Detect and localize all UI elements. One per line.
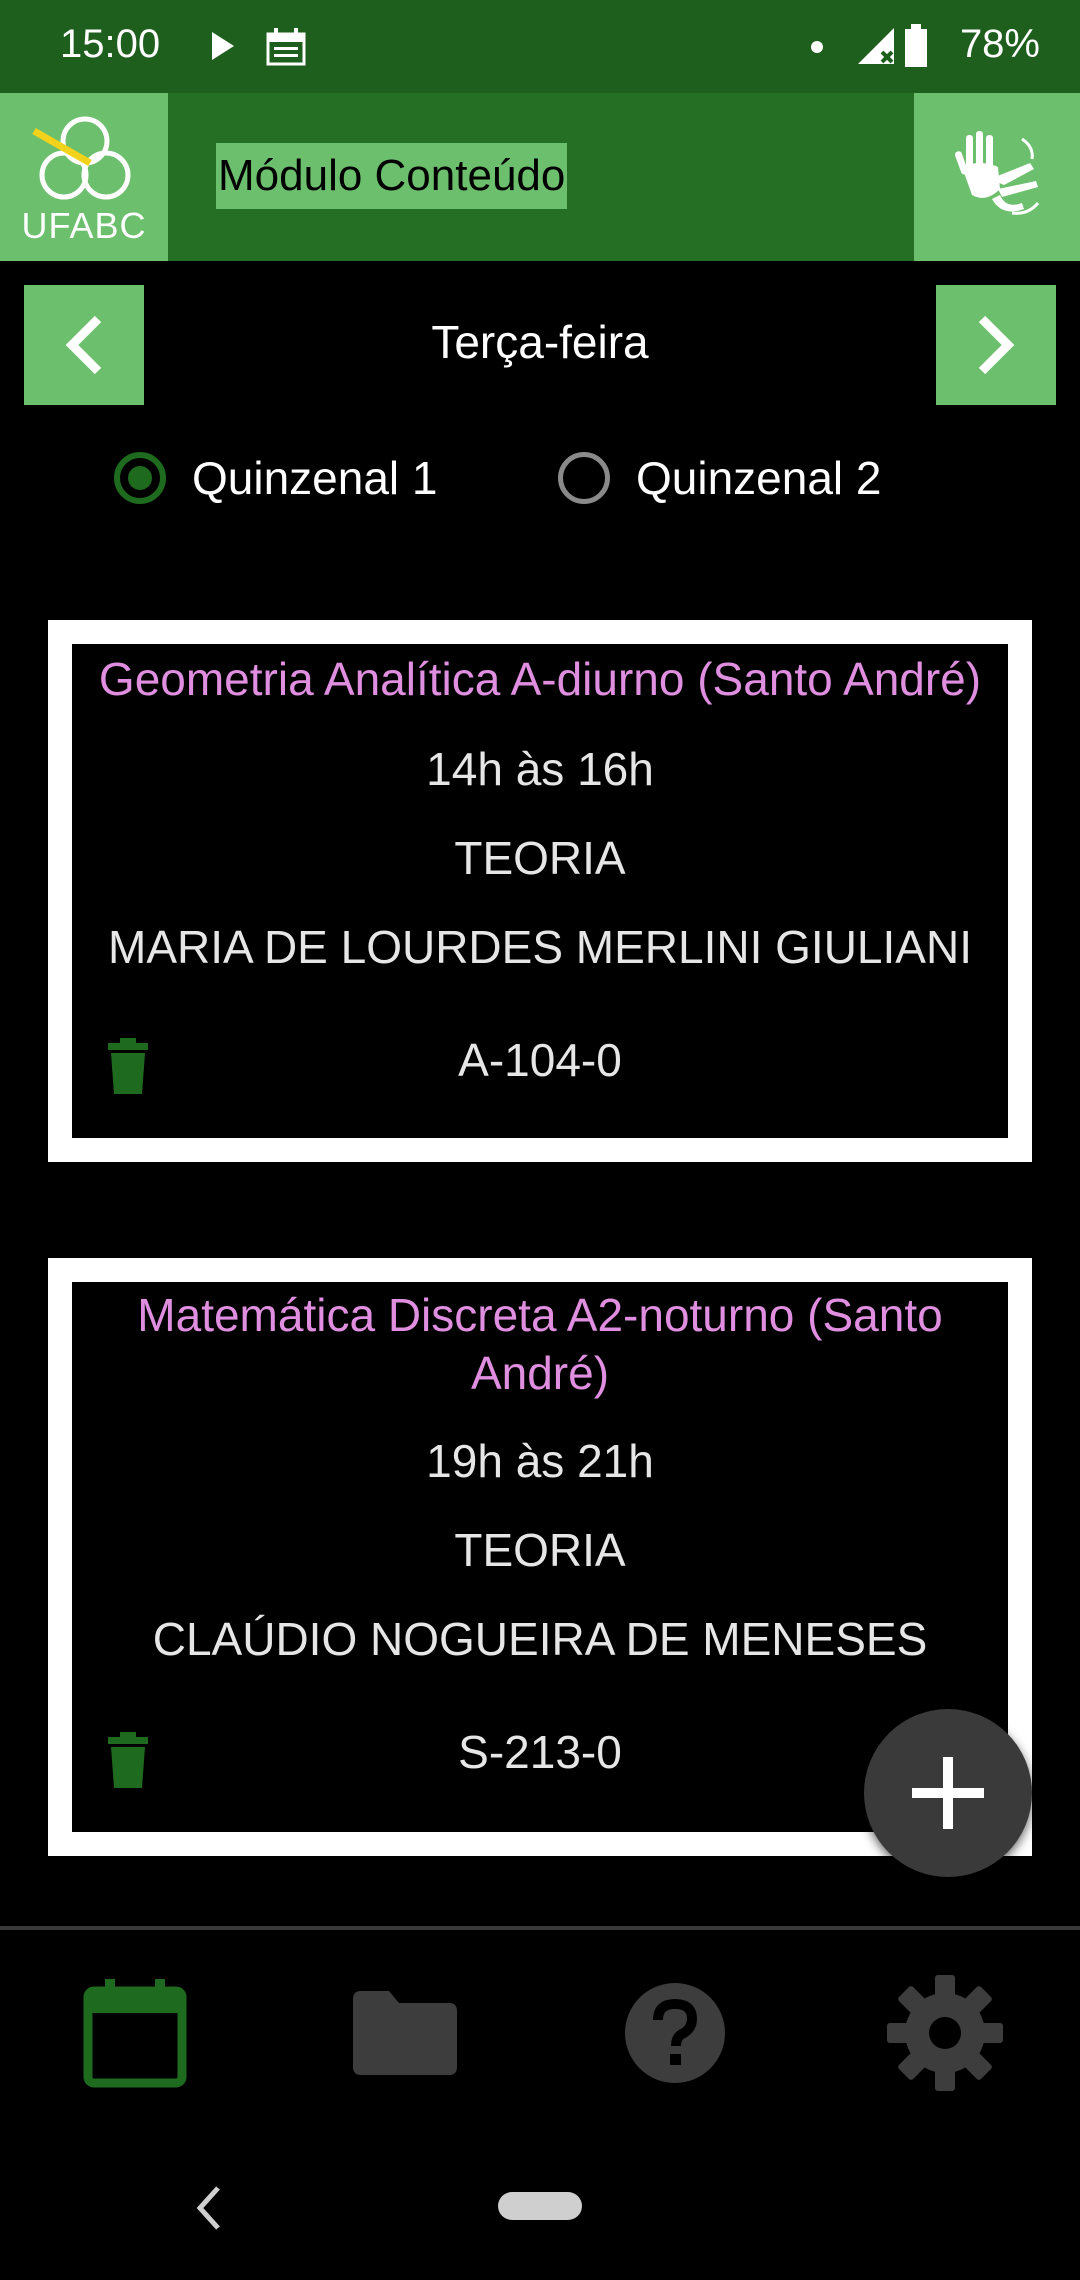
radio-label: Quinzenal 2 [636,452,882,504]
nav-folder[interactable] [340,1968,470,2098]
class-type: TEORIA [454,1524,626,1576]
class-type: TEORIA [454,832,626,884]
system-back-icon[interactable] [184,2180,234,2236]
signal-icon [858,28,894,64]
add-class-button[interactable] [864,1709,1032,1877]
class-teacher: MARIA DE LOURDES MERLINI GIULIANI [108,921,972,973]
page-title: Módulo Conteúdo [216,143,568,209]
battery-percentage: 78% [959,22,1040,66]
folder-icon [353,1991,457,2075]
next-day-button[interactable] [936,285,1056,405]
help-icon [625,1983,725,2083]
logo-text: UFABC [21,205,147,246]
class-time: 19h às 21h [426,1435,654,1487]
status-bar: 15:00 78% [0,0,1080,93]
radio-quinzenal-2[interactable]: Quinzenal 2 [558,446,882,510]
dot-icon [811,41,823,53]
plus-icon [912,1757,984,1829]
radio-quinzenal-1[interactable]: Quinzenal 1 [114,446,438,510]
class-title: Geometria Analítica A-diurno (Santo Andr… [98,653,982,705]
class-card[interactable]: Geometria Analítica A-diurno (Santo Andr… [48,620,1032,1162]
system-home-pill[interactable] [498,2192,582,2220]
status-time: 15:00 [60,22,161,66]
class-title: Matemática Discreta A2-noturno (Santo An… [137,1289,943,1399]
bottom-nav-divider [0,1926,1080,1930]
nav-calendar[interactable] [70,1968,200,2098]
sign-language-icon [954,131,1040,215]
sign-language-button[interactable] [914,93,1080,261]
class-room: A-104-0 [458,1034,622,1086]
radio-label: Quinzenal 1 [192,452,438,504]
day-label: Terça-feira [431,316,649,368]
nav-settings[interactable] [880,1968,1010,2098]
ufabc-logo-icon [32,116,131,200]
class-time: 14h às 16h [426,743,654,795]
battery-icon [905,24,927,67]
radio-unselected-icon [558,452,610,504]
calendar-notification-icon [266,28,306,66]
chevron-right-icon [978,315,1015,375]
play-icon [212,32,234,60]
nav-help[interactable] [610,1968,740,2098]
class-teacher: CLAÚDIO NOGUEIRA DE MENESES [152,1613,928,1665]
ufabc-logo: UFABC [0,93,168,261]
calendar-icon [83,1979,187,2088]
radio-selected-icon [114,452,166,504]
settings-icon [887,1975,1003,2091]
